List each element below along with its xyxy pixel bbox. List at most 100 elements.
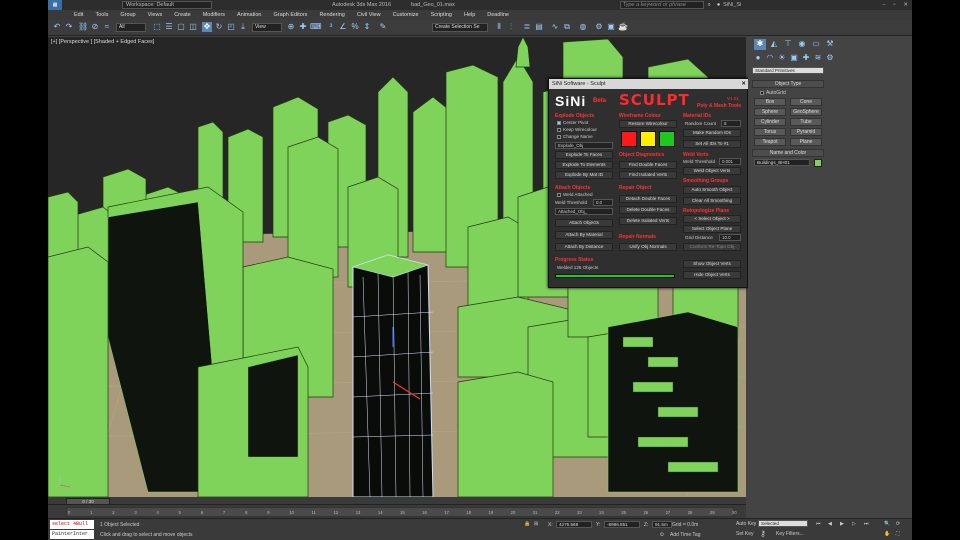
hierarchy-tab-icon[interactable]: ⊤ [782,39,794,50]
mirror-icon[interactable]: ⫴ [494,22,504,32]
menu-scripting[interactable]: Scripting [425,12,458,18]
maximize-button[interactable]: ▫ [889,2,899,8]
clear-smoothing-button[interactable]: Clear All Smoothing [683,197,741,205]
material-editor-icon[interactable]: ◍ [578,22,588,32]
find-isolated-verts-button[interactable]: Find Isolated Verts [619,171,677,179]
auto-smooth-button[interactable]: Auto Smooth Object [683,186,741,194]
unlink-icon[interactable]: ⊘ [90,22,100,32]
key-mode-dropdown[interactable]: Selected [758,520,808,527]
delete-double-faces-button[interactable]: Delete Double Faces [619,206,677,214]
minimize-button[interactable]: – [878,2,889,8]
graphite-ribbon-icon[interactable]: ▤ [534,22,544,32]
maximize-viewport-icon[interactable]: ⛶ [896,531,900,537]
systems-icon[interactable]: ⚙ [824,53,836,64]
plane-button[interactable]: Plane [790,138,822,146]
menu-graph-editors[interactable]: Graph Editors [268,12,314,18]
select-object-picker[interactable]: < Select Object > [683,215,741,223]
delete-isolated-verts-button[interactable]: Delete Isolated Verts [619,217,677,225]
weld-object-verts-button[interactable]: Weld Object Verts [683,167,741,175]
close-button[interactable]: ✕ [899,2,912,8]
name-and-color-rollout[interactable]: Name and Color [752,149,824,157]
motion-tab-icon[interactable]: ◉ [796,39,808,50]
zoom-icon[interactable]: 🔍 [884,521,890,527]
viewport-label[interactable]: [+] [Perspective ] [Shaded + Edged Faces… [51,39,154,45]
autogrid-checkbox[interactable] [760,90,764,95]
create-tab-icon[interactable]: ✱ [754,39,766,50]
lights-icon[interactable]: ☀ [776,53,788,64]
time-tag-icon[interactable]: ⏲ [660,532,664,538]
reference-coordinate-dropdown[interactable]: View [252,23,282,32]
align-icon[interactable]: ⫶ [506,22,516,32]
add-time-tag[interactable]: Add Time Tag [670,532,700,538]
center-pivot-option[interactable]: Center Pivot [557,120,588,125]
menu-civil-view[interactable]: Civil View [351,12,387,18]
menu-rendering[interactable]: Rendering [313,12,350,18]
random-count-field[interactable]: 8 [721,120,741,127]
pyramid-button[interactable]: Pyramid [790,128,822,136]
pivot-center-icon[interactable]: ⊕ [286,22,296,32]
attach-name-field[interactable]: Attached_Obj_ [555,208,613,215]
display-tab-icon[interactable]: ▭ [810,39,822,50]
cone-button[interactable]: Cone [790,98,822,106]
goto-start-icon[interactable]: ⏮ [816,521,821,527]
menu-help[interactable]: Help [458,12,481,18]
set-all-ids-button[interactable]: Set All IDs To #1 [683,140,741,148]
keyboard-shortcut-icon[interactable]: ⌨ [310,22,322,32]
menu-edit[interactable]: Edit [48,12,89,18]
percent-snap-icon[interactable]: % [350,22,360,32]
absolute-mode-icon[interactable]: ⊞ [534,521,538,527]
bind-spacewarp-icon[interactable]: ≈ [102,22,112,32]
select-scale-icon[interactable]: ◰ [226,22,236,32]
render-setup-icon[interactable]: ⚙ [594,22,604,32]
rect-selection-icon[interactable]: ▢ [176,22,186,32]
redo-icon[interactable]: ↷ [64,22,74,32]
grid-distance-field[interactable]: 10.0 [719,234,741,241]
explode-by-mat-id-button[interactable]: Explode By Mat ID [555,171,613,179]
explode-to-faces-button[interactable]: Explode To Faces [555,151,613,159]
attach-by-distance-button[interactable]: Attach By Distance [555,243,613,251]
named-selection-icon[interactable]: ✎ [378,22,388,32]
change-name-option[interactable]: Change Name [557,134,593,139]
named-selection-sets[interactable]: Create Selection Se [432,23,488,32]
maxscript-listener-bottom[interactable]: PainterInter [50,530,94,539]
window-crossing-icon[interactable]: ◫ [188,22,198,32]
app-logo[interactable]: ▦ [48,0,62,10]
attach-weld-threshold-field[interactable]: 0.0 [593,199,613,206]
pan-icon[interactable]: ✋ [884,531,890,537]
orbit-icon[interactable]: ⟳ [896,521,900,527]
menu-create[interactable]: Create [168,12,197,18]
user-name[interactable]: SiNi_Si [723,2,741,8]
utilities-tab-icon[interactable]: ⚒ [824,39,836,50]
sphere-button[interactable]: Sphere [754,108,786,116]
torus-button[interactable]: Torus [754,128,786,136]
user-icon[interactable]: ● [717,2,720,8]
menu-views[interactable]: Views [142,12,169,18]
primitive-type-dropdown[interactable]: Standard Primitives [752,67,824,74]
menu-modifiers[interactable]: Modifiers [197,12,231,18]
menu-animation[interactable]: Animation [231,12,267,18]
geosphere-button[interactable]: GeoSphere [790,108,822,116]
lock-selection-icon[interactable]: 🔒 [524,521,530,527]
render-production-icon[interactable]: ☕ [618,22,628,32]
play-icon[interactable]: ▶ [840,521,844,527]
spacewarps-icon[interactable]: ≋ [812,53,824,64]
select-by-name-icon[interactable]: ☰ [164,22,174,32]
search-icon[interactable]: ⌕ [708,2,711,9]
object-name-field[interactable]: Buildings_BH01 [754,159,810,166]
teapot-button[interactable]: Teapot [754,138,786,146]
attach-by-material-button[interactable]: Attach By Material [555,231,613,239]
menu-deadline[interactable]: Deadline [481,12,515,18]
key-filters-button[interactable]: Key Filters... [776,531,804,537]
select-manipulate-icon[interactable]: ✚ [298,22,308,32]
find-double-faces-button[interactable]: Find Double Faces [619,161,677,169]
angle-snap-icon[interactable]: ∠ [338,22,348,32]
curve-editor-icon[interactable]: ∿ [550,22,560,32]
selection-filter[interactable]: All [116,23,146,32]
shapes-icon[interactable]: ◠ [764,53,776,64]
hide-object-verts-button[interactable]: Hide Object Verts [683,271,741,279]
snaps-toggle-icon[interactable]: ³ [326,22,336,32]
attach-objects-button[interactable]: Attach Objects [555,219,613,227]
make-random-ids-button[interactable]: Make Random IDs [683,129,741,137]
workspace-selector[interactable]: Workspace: Default [122,1,212,9]
detach-double-faces-button[interactable]: Detach Double Faces [619,195,677,203]
